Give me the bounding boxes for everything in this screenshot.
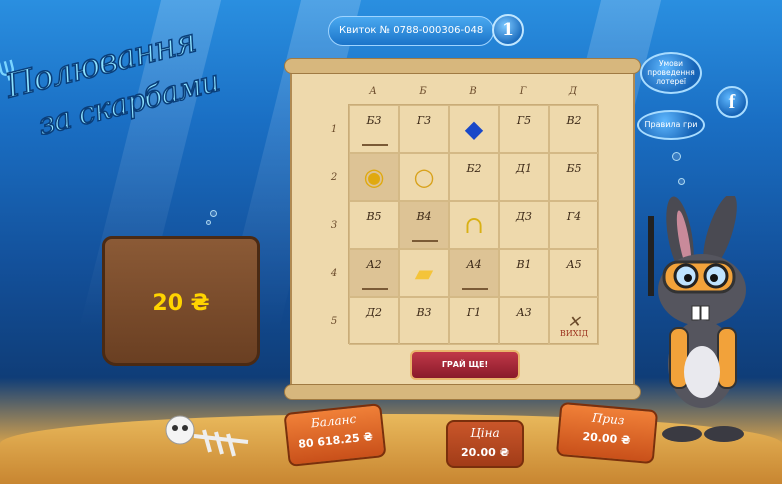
cell-code: В5	[366, 210, 382, 223]
cell-code: В1	[516, 258, 532, 271]
cell-code: Г5	[516, 114, 532, 127]
ticket-label: Квиток №	[339, 25, 391, 36]
coins-icon: ◉	[363, 163, 385, 191]
price-panel: Ціна 20.00 ₴	[446, 420, 524, 468]
cell-code: Б5	[566, 162, 582, 175]
column-header: Б	[419, 86, 427, 97]
price-label: Ціна	[470, 426, 500, 440]
cell-code: А4	[466, 258, 482, 271]
column-header: Г	[519, 86, 527, 97]
grid-cell[interactable]: А4	[449, 249, 499, 297]
bubble	[678, 178, 685, 185]
cell-code: В2	[566, 114, 582, 127]
grid-cell[interactable]: Д2	[349, 297, 399, 345]
cell-code: Д3	[516, 210, 532, 223]
row-header: 3	[330, 220, 338, 231]
balance-panel: Баланс 80 618.25 ₴	[283, 403, 387, 467]
mountain-icon	[412, 234, 438, 242]
cell-code: А2	[366, 258, 382, 271]
treasure-grid: Б3 Г3 ◆ Г5 В2 ◉ ○ Б2 Д1 Б5 В5 В4 ∩ Д3 Г4 А2 ▰ А4 В1 А5 Д2 В3 Г…	[348, 104, 599, 345]
cell-code: В4	[416, 210, 432, 223]
rabbit-diver-mascot	[648, 196, 746, 442]
grid-cell[interactable]: Д3	[499, 201, 549, 249]
ring-icon: ○	[413, 163, 435, 191]
stone-prize-value: 20 ₴	[152, 291, 210, 316]
cell-code: Г4	[566, 210, 582, 223]
mountain-icon	[362, 282, 388, 290]
balance-value: 80 618.25 ₴	[297, 430, 374, 451]
grid-cell[interactable]: ○	[399, 153, 449, 201]
mountain-icon	[362, 138, 388, 146]
ticket-number: 0788-000306-048	[393, 25, 484, 36]
price-value: 20.00 ₴	[460, 446, 510, 459]
game-scene: Квиток № 0788-000306-048 1 Умови проведе…	[0, 0, 782, 484]
column-header: В	[469, 86, 477, 97]
grid-cell[interactable]: Г3	[399, 105, 449, 153]
grid-cell[interactable]: ∩	[449, 201, 499, 249]
column-header: А	[369, 86, 377, 97]
grid-cell[interactable]: А3	[499, 297, 549, 345]
cell-code: Д2	[366, 306, 382, 319]
grid-cell[interactable]: Г4	[549, 201, 599, 249]
exit-label: ВИХІД	[559, 329, 589, 338]
grid-cell[interactable]: В4	[399, 201, 449, 249]
mountain-icon	[462, 282, 488, 290]
gem-icon: ◆	[464, 115, 484, 143]
cell-code: А3	[516, 306, 532, 319]
gold-bar-icon: ▰	[414, 259, 434, 287]
grid-cell[interactable]: В1	[499, 249, 549, 297]
grid-cell[interactable]: Б5	[549, 153, 599, 201]
grid-cell[interactable]: В5	[349, 201, 399, 249]
lottery-conditions-button[interactable]: Умови проведення лотереї	[640, 52, 702, 94]
bubble	[672, 152, 681, 161]
skeleton-decoration	[165, 415, 249, 457]
grid-cell[interactable]: В3	[399, 297, 449, 345]
grid-cell[interactable]: А5	[549, 249, 599, 297]
ticket-info-button[interactable]: 1	[492, 14, 524, 46]
facebook-icon[interactable]: f	[716, 86, 748, 118]
cell-code: А5	[566, 258, 582, 271]
grid-cell[interactable]: ◉	[349, 153, 399, 201]
grid-cell[interactable]: Д1	[499, 153, 549, 201]
grid-cell[interactable]: В2	[549, 105, 599, 153]
grid-cell[interactable]: ✕ ВИХІД	[549, 297, 599, 345]
row-header: 5	[330, 316, 338, 327]
grid-cell[interactable]: Г1	[449, 297, 499, 345]
cell-code: Б3	[366, 114, 382, 127]
cell-code: Г1	[466, 306, 482, 319]
column-header: Д	[568, 86, 578, 97]
balance-label: Баланс	[310, 411, 357, 431]
row-header: 2	[330, 172, 338, 183]
ticket-number-pill: Квиток № 0788-000306-048	[328, 16, 494, 46]
grid-cell[interactable]: А2	[349, 249, 399, 297]
cell-code: Б2	[466, 162, 482, 175]
game-rules-button[interactable]: Правила гри	[637, 110, 705, 140]
row-header: 1	[330, 124, 338, 135]
row-header: 4	[330, 268, 338, 279]
bubble	[206, 220, 211, 225]
bubble	[210, 210, 217, 217]
cell-code: Д1	[516, 162, 532, 175]
grid-cell[interactable]: ◆	[449, 105, 499, 153]
cell-code: Г3	[416, 114, 432, 127]
cell-code: В3	[416, 306, 432, 319]
grid-cell[interactable]: Б2	[449, 153, 499, 201]
prize-stone: 20 ₴	[102, 236, 260, 366]
horseshoe-icon: ∩	[463, 211, 485, 239]
grid-cell[interactable]: Б3	[349, 105, 399, 153]
grid-cell[interactable]: ▰	[399, 249, 449, 297]
play-again-button[interactable]: ГРАЙ ЩЕ!	[410, 350, 520, 380]
grid-cell[interactable]: Г5	[499, 105, 549, 153]
